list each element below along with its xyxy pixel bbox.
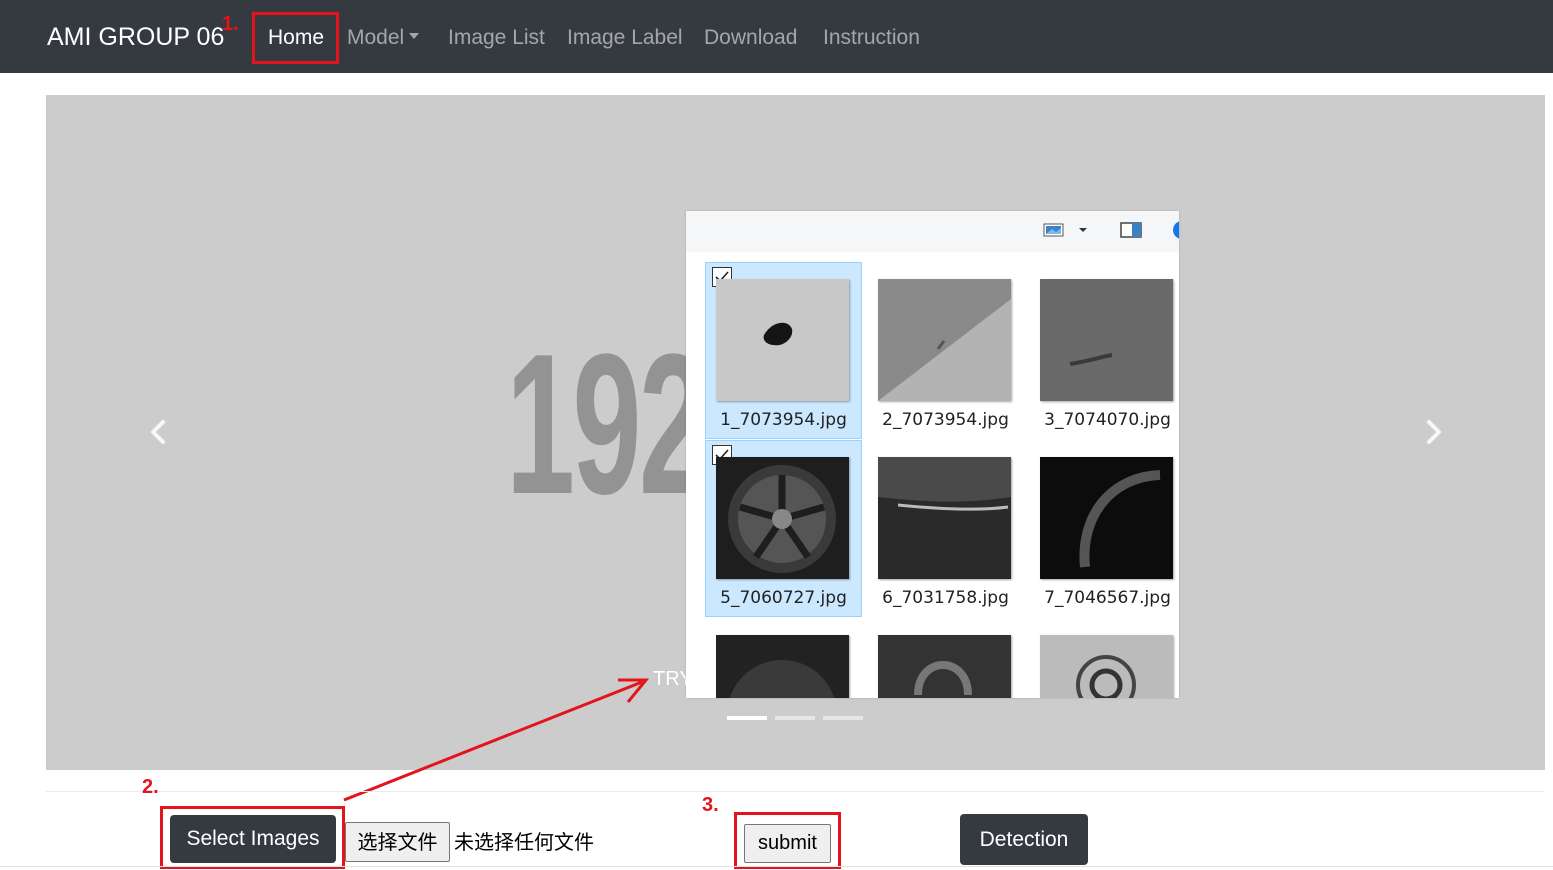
view-mode-icon[interactable] [1043, 222, 1065, 238]
navbar-brand[interactable]: AMI GROUP 06 [47, 22, 224, 52]
carousel-next-icon[interactable] [1418, 417, 1448, 447]
no-file-chosen-text: 未选择任何文件 [454, 830, 594, 854]
carousel-indicator-3[interactable] [823, 716, 863, 720]
nav-model-dropdown[interactable]: Model [347, 24, 420, 52]
annotation-step-3: 3. [702, 794, 719, 816]
picker-toolbar [686, 211, 1179, 252]
section-divider [46, 791, 1545, 792]
thumbnail-10-image [1040, 635, 1173, 698]
thumbnail-6-image [878, 457, 1011, 579]
file-name-7: 7_7046567.jpg [1044, 588, 1171, 608]
carousel-indicator-2[interactable] [775, 716, 815, 720]
thumbnail-7-image [1040, 457, 1173, 579]
annotation-step-1: 1. [222, 13, 239, 35]
detection-button[interactable]: Detection [960, 814, 1088, 865]
annotation-step-2: 2. [142, 776, 159, 798]
nav-download[interactable]: Download [704, 24, 797, 52]
thumbnail-1-image [716, 279, 849, 401]
top-navbar: AMI GROUP 06 Home Model Image List Image… [0, 0, 1553, 73]
file-name-5: 5_7060727.jpg [720, 588, 847, 608]
file-name-3: 3_7074070.jpg [1044, 410, 1171, 430]
nav-image-list[interactable]: Image List [448, 24, 545, 52]
thumbnail-5-image [716, 457, 849, 579]
help-icon[interactable] [1172, 220, 1179, 240]
page-bottom-border [0, 866, 1553, 867]
thumbnail-8-image [716, 635, 849, 698]
thumbnail-2-image [878, 279, 1011, 401]
caret-down-icon [409, 33, 420, 40]
carousel-indicator-1[interactable] [727, 716, 767, 720]
chevron-down-icon[interactable] [1078, 227, 1088, 233]
carousel-prev-icon[interactable] [144, 417, 174, 447]
file-name-1: 1_7073954.jpg [720, 410, 847, 430]
nav-instruction[interactable]: Instruction [823, 24, 920, 52]
annotation-box-home [252, 12, 339, 64]
thumbnail-3-image [1040, 279, 1173, 401]
file-name-2: 2_7073954.jpg [882, 410, 1009, 430]
choose-file-button[interactable]: 选择文件 [345, 822, 450, 862]
nav-model-label: Model [347, 26, 405, 49]
select-images-button[interactable]: Select Images [170, 815, 336, 863]
file-name-6: 6_7031758.jpg [882, 588, 1009, 608]
carousel-indicators [727, 716, 863, 720]
slide-image-text: 192 [506, 313, 708, 536]
preview-pane-icon[interactable] [1120, 221, 1142, 239]
thumbnail-9-image [878, 635, 1011, 698]
nav-image-label[interactable]: Image Label [567, 24, 683, 52]
file-picker-dialog: 1_7073954.jpg 2_7073954.jpg 3_7074070.jp… [686, 211, 1179, 698]
submit-button[interactable]: submit [744, 824, 831, 863]
